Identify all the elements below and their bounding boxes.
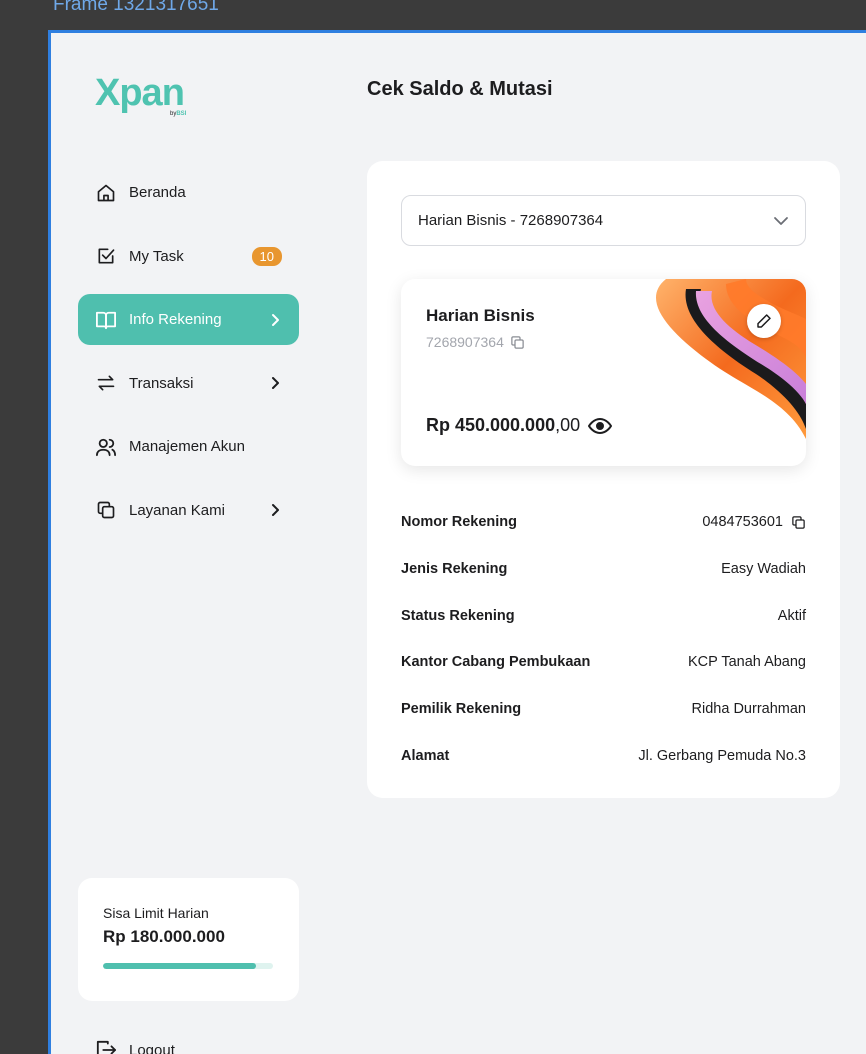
copy-icon[interactable] (510, 335, 525, 350)
sidebar-item-my-task[interactable]: My Task 10 (78, 231, 299, 282)
detail-value: Jl. Gerbang Pemuda No.3 (638, 747, 806, 764)
decorative-art (655, 279, 806, 439)
daily-limit-progress-fill (103, 963, 256, 969)
transfer-arrows-icon (95, 372, 117, 394)
detail-value: Easy Wadiah (721, 561, 806, 578)
page-title: Cek Saldo & Mutasi (367, 78, 553, 100)
sidebar-item-label: My Task (129, 247, 184, 265)
book-icon (95, 309, 117, 331)
account-panel: Harian Bisnis - 7268907364 Harian Bisnis… (367, 161, 840, 798)
detail-value: Aktif (777, 607, 806, 624)
logo[interactable]: Xpan byBSI (95, 72, 186, 117)
account-select[interactable]: Harian Bisnis - 7268907364 (401, 195, 806, 246)
daily-limit-value: Rp 180.000.000 (103, 927, 225, 946)
detail-value: Ridha Durrahman (691, 701, 806, 718)
account-balance: Rp 450.000.000,00 (426, 415, 613, 436)
detail-label: Kantor Cabang Pembukaan (401, 654, 591, 671)
detail-value: KCP Tanah Abang (688, 654, 806, 671)
daily-limit-progress (103, 963, 273, 969)
logo-subtext: byBSI (170, 111, 187, 117)
account-number: 7268907364 (426, 334, 525, 350)
detail-row: Jenis Rekening Easy Wadiah (401, 546, 806, 593)
copy-icon[interactable] (791, 515, 806, 530)
account-name: Harian Bisnis (426, 306, 535, 325)
balance-decimal: ,00 (555, 415, 581, 435)
detail-row: Alamat Jl. Gerbang Pemuda No.3 (401, 732, 806, 779)
detail-row: Kantor Cabang Pembukaan KCP Tanah Abang (401, 639, 806, 686)
sidebar-item-label: Info Rekening (129, 311, 222, 328)
sidebar-nav: Beranda My Task 10 Info Rekening Transak… (78, 167, 299, 548)
detail-label: Alamat (401, 747, 450, 764)
sidebar-item-info-rekening[interactable]: Info Rekening (78, 294, 299, 345)
eye-icon[interactable] (588, 417, 613, 435)
sidebar-item-label: Layanan Kami (129, 501, 225, 519)
detail-label: Jenis Rekening (401, 561, 508, 578)
daily-limit-label: Sisa Limit Harian (103, 905, 209, 921)
sidebar-item-label: Beranda (129, 184, 186, 201)
sidebar-item-label: Transaksi (129, 374, 194, 392)
detail-label: Nomor Rekening (401, 514, 518, 531)
detail-row: Status Rekening Aktif (401, 592, 806, 639)
copy-icon (95, 499, 117, 521)
sidebar-item-beranda[interactable]: Beranda (78, 167, 299, 218)
account-select-value: Harian Bisnis - 7268907364 (418, 212, 604, 229)
daily-limit-card: Sisa Limit Harian Rp 180.000.000 (78, 878, 299, 1001)
chevron-down-icon (774, 216, 788, 225)
edit-button[interactable] (747, 304, 781, 338)
app-frame: Xpan byBSI Beranda My Task 10 Info Reken… (48, 30, 866, 1054)
detail-label: Pemilik Rekening (401, 701, 522, 718)
detail-value: 0484753601 (702, 514, 806, 530)
balance-main: Rp 450.000.000 (426, 415, 556, 435)
sidebar-item-layanan-kami[interactable]: Layanan Kami (78, 485, 299, 536)
pencil-icon (757, 314, 771, 328)
chevron-right-icon (272, 377, 279, 389)
sidebar-item-transaksi[interactable]: Transaksi (78, 358, 299, 409)
chevron-right-icon (272, 313, 279, 326)
logo-text: Xpan (95, 72, 185, 114)
detail-row: Pemilik Rekening Ridha Durrahman (401, 686, 806, 733)
frame-label: Frame 1321317651 (53, 0, 219, 15)
chevron-right-icon (272, 504, 279, 516)
logout-label: Logout (129, 1041, 175, 1054)
detail-label: Status Rekening (401, 607, 515, 624)
task-count-badge: 10 (251, 246, 282, 266)
task-check-icon (95, 245, 117, 267)
logout-icon (95, 1039, 117, 1054)
users-icon (95, 436, 117, 458)
logout-button[interactable]: Logout (95, 1039, 175, 1054)
home-icon (95, 182, 117, 204)
detail-row: Nomor Rekening 0484753601 (401, 499, 806, 546)
account-details: Nomor Rekening 0484753601 Jenis Rekening… (401, 499, 806, 779)
sidebar-item-label: Manajemen Akun (129, 438, 245, 455)
sidebar-item-manajemen-akun[interactable]: Manajemen Akun (78, 421, 299, 472)
account-card: Harian Bisnis 7268907364 Rp 450.000.000,… (401, 279, 806, 466)
